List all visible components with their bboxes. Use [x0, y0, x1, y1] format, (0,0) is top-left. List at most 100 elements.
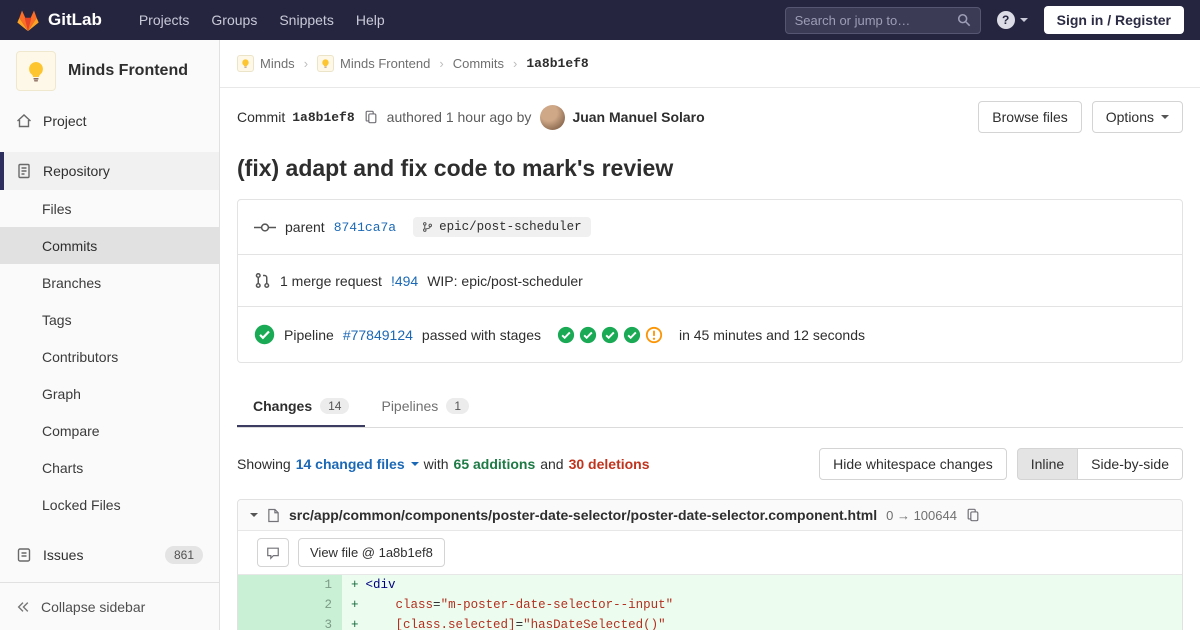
- search-icon: [957, 13, 971, 27]
- repository-icon: [16, 163, 32, 179]
- breadcrumb-group[interactable]: Minds: [237, 55, 295, 72]
- old-line-number[interactable]: [238, 595, 290, 615]
- side-by-side-view-button[interactable]: Side-by-side: [1077, 448, 1183, 480]
- branch-icon: [422, 221, 433, 233]
- pipeline-label: Pipeline: [284, 326, 334, 343]
- stage-warning-icon[interactable]: [645, 326, 663, 344]
- copy-sha-button[interactable]: [364, 110, 378, 124]
- diff-view-controls: Hide whitespace changes Inline Side-by-s…: [819, 448, 1183, 480]
- commit-sha: 1a8b1ef8: [292, 109, 355, 125]
- copy-icon: [364, 110, 378, 124]
- sign-in-register-button[interactable]: Sign in / Register: [1043, 6, 1184, 34]
- sidebar-item-branches[interactable]: Branches: [0, 264, 219, 301]
- stage-success-icon[interactable]: [579, 326, 597, 344]
- browse-files-button[interactable]: Browse files: [978, 101, 1082, 133]
- diff-table: 1 + <div 2 + class="m-poster-date-selecto…: [238, 574, 1182, 630]
- menu-item-groups[interactable]: Groups: [200, 2, 268, 38]
- chevron-right-icon: ›: [303, 56, 309, 71]
- project-avatar: [16, 51, 56, 91]
- pipeline-id-link[interactable]: #77849124: [343, 327, 413, 343]
- main-content: Minds › Minds Frontend › Commits › 1a8b1…: [220, 0, 1200, 630]
- parent-row: parent 8741ca7a epic/post-scheduler: [238, 200, 1182, 254]
- status-success-icon: [254, 324, 275, 345]
- diff-line-code: + class="m-poster-date-selector--input": [342, 595, 1182, 615]
- copy-path-button[interactable]: [966, 508, 980, 522]
- author-avatar[interactable]: [540, 104, 566, 130]
- help-icon: ?: [996, 11, 1015, 29]
- search-input[interactable]: [794, 12, 951, 28]
- parent-label: parent: [285, 219, 325, 235]
- collapse-diff-icon[interactable]: [250, 513, 258, 517]
- gitlab-logo-icon: [16, 9, 40, 32]
- stage-success-icon[interactable]: [601, 326, 619, 344]
- old-line-number[interactable]: [238, 575, 290, 595]
- collapse-sidebar-button[interactable]: Collapse sidebar: [0, 582, 219, 630]
- tab-pipelines[interactable]: Pipelines 1: [365, 386, 485, 427]
- project-header[interactable]: Minds Frontend: [0, 40, 219, 102]
- commit-label: Commit: [237, 109, 286, 125]
- diff-line-code: + [class.selected]="hasDateSelected()": [342, 615, 1182, 630]
- changed-files-dropdown[interactable]: 14 changed files: [296, 456, 419, 472]
- pipeline-status-text: passed with stages: [421, 326, 541, 343]
- sidebar-item-files[interactable]: Files: [0, 190, 219, 227]
- and-text: and: [540, 456, 564, 472]
- diff-file-header: src/app/common/components/poster-date-se…: [238, 500, 1182, 531]
- sidebar-item-locked-files[interactable]: Locked Files: [0, 486, 219, 523]
- commit-actions: Browse files Options: [978, 101, 1183, 133]
- mr-id-link[interactable]: !494: [391, 273, 418, 289]
- breadcrumb-project[interactable]: Minds Frontend: [317, 55, 430, 72]
- project-mini-avatar: [317, 55, 335, 72]
- sidebar-item-graph[interactable]: Graph: [0, 375, 219, 412]
- sidebar-item-compare[interactable]: Compare: [0, 412, 219, 449]
- commit-tabs: Changes 14 Pipelines 1: [237, 386, 1183, 428]
- sidebar-item-issues[interactable]: Issues 861: [0, 536, 219, 574]
- diff-file: src/app/common/components/poster-date-se…: [237, 499, 1183, 630]
- diff-mode-toggle: Inline Side-by-side: [1016, 448, 1183, 480]
- tab-changes[interactable]: Changes 14: [237, 386, 365, 427]
- diff-line: 1 + <div: [238, 575, 1182, 595]
- sidebar-item-repository[interactable]: Repository: [0, 152, 219, 190]
- menu-item-projects[interactable]: Projects: [128, 2, 201, 38]
- new-line-number[interactable]: 2: [290, 595, 342, 615]
- author-name[interactable]: Juan Manuel Solaro: [572, 109, 704, 125]
- sidebar-item-commits[interactable]: Commits: [0, 227, 219, 264]
- parent-sha-link[interactable]: 8741ca7a: [334, 220, 396, 235]
- commit-meta-row: Commit 1a8b1ef8 authored 1 hour ago by J…: [237, 101, 1183, 133]
- gitlab-home-link[interactable]: GitLab: [16, 9, 102, 32]
- breadcrumb-current-sha: 1a8b1ef8: [526, 56, 589, 71]
- menu-item-help[interactable]: Help: [345, 2, 396, 38]
- chevron-right-icon: ›: [512, 56, 518, 71]
- view-file-button[interactable]: View file @ 1a8b1ef8: [298, 538, 445, 567]
- new-line-number[interactable]: 3: [290, 615, 342, 630]
- help-menu[interactable]: ?: [996, 11, 1028, 29]
- chevron-down-icon: [410, 462, 419, 466]
- stage-success-icon[interactable]: [623, 326, 641, 344]
- toggle-comments-button[interactable]: [257, 538, 289, 567]
- old-line-number[interactable]: [238, 615, 290, 630]
- menu-item-snippets[interactable]: Snippets: [268, 2, 344, 38]
- stage-success-icon[interactable]: [557, 326, 575, 344]
- diff-line: 3 + [class.selected]="hasDateSelected()": [238, 615, 1182, 630]
- options-dropdown-button[interactable]: Options: [1091, 101, 1183, 133]
- new-line-number[interactable]: 1: [290, 575, 342, 595]
- diff-file-actions: View file @ 1a8b1ef8: [238, 531, 1182, 574]
- sidebar-item-charts[interactable]: Charts: [0, 449, 219, 486]
- inline-view-button[interactable]: Inline: [1016, 448, 1079, 480]
- merge-request-row: 1 merge request !494 WIP: epic/post-sche…: [238, 254, 1182, 306]
- copy-icon: [966, 508, 980, 522]
- hide-whitespace-button[interactable]: Hide whitespace changes: [819, 448, 1007, 480]
- breadcrumb-commits[interactable]: Commits: [453, 56, 504, 71]
- home-icon: [16, 113, 32, 129]
- sidebar-nav: Project Repository Files Commits Branche…: [0, 102, 219, 574]
- authored-text: authored 1 hour ago by: [386, 109, 532, 125]
- branch-ref-chip[interactable]: epic/post-scheduler: [413, 217, 591, 237]
- commit-icon: [254, 221, 276, 234]
- diff-file-path[interactable]: src/app/common/components/poster-date-se…: [289, 507, 877, 523]
- mr-title: WIP: epic/post-scheduler: [427, 272, 583, 289]
- sidebar-item-tags[interactable]: Tags: [0, 301, 219, 338]
- sidebar-item-contributors[interactable]: Contributors: [0, 338, 219, 375]
- breadcrumb: Minds › Minds Frontend › Commits › 1a8b1…: [220, 40, 1200, 88]
- diff-file-mode: 0 → 100644: [886, 507, 957, 523]
- comment-icon: [266, 546, 280, 560]
- sidebar-item-project[interactable]: Project: [0, 102, 219, 140]
